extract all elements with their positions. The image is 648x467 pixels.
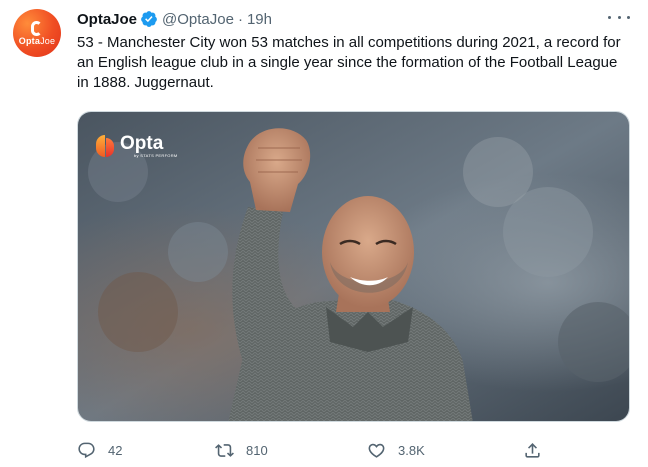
reply-count: 42 <box>108 442 123 458</box>
retweet-count: 810 <box>246 442 268 458</box>
tweet-text: 53 - Manchester City won 53 matches in a… <box>77 34 621 91</box>
opta-logo-icon <box>30 20 42 36</box>
more-options-icon[interactable] <box>608 12 630 22</box>
separator-dot: · <box>237 10 243 28</box>
share-icon <box>525 442 540 458</box>
share-button[interactable] <box>523 438 542 462</box>
retweet-icon <box>215 443 234 457</box>
like-button[interactable]: 3.8K <box>367 438 425 462</box>
watermark-brand: Opta <box>120 133 164 154</box>
reply-icon <box>78 442 95 458</box>
avatar-wordmark: OptaJoe <box>18 35 56 46</box>
media-photo <box>78 112 629 421</box>
watermark-subtext: by STATS PERFORM <box>134 153 178 158</box>
verified-icon <box>140 10 158 28</box>
like-count: 3.8K <box>398 442 425 458</box>
opta-mark-icon <box>96 135 114 157</box>
tweet-header: OptaJoe @OptaJoe · 19h <box>77 9 272 29</box>
retweet-button[interactable]: 810 <box>215 438 268 462</box>
reply-button[interactable]: 42 <box>77 438 122 462</box>
tweet-media[interactable]: Opta by STATS PERFORM <box>77 111 630 422</box>
avatar[interactable]: OptaJoe <box>13 9 61 57</box>
tweet-actions: 42 810 3.8K <box>77 438 547 462</box>
timestamp[interactable]: 19h <box>247 11 272 28</box>
handle[interactable]: @OptaJoe <box>162 11 234 28</box>
heart-icon <box>368 443 385 458</box>
display-name[interactable]: OptaJoe <box>77 11 137 28</box>
opta-watermark: Opta by STATS PERFORM <box>96 134 178 158</box>
